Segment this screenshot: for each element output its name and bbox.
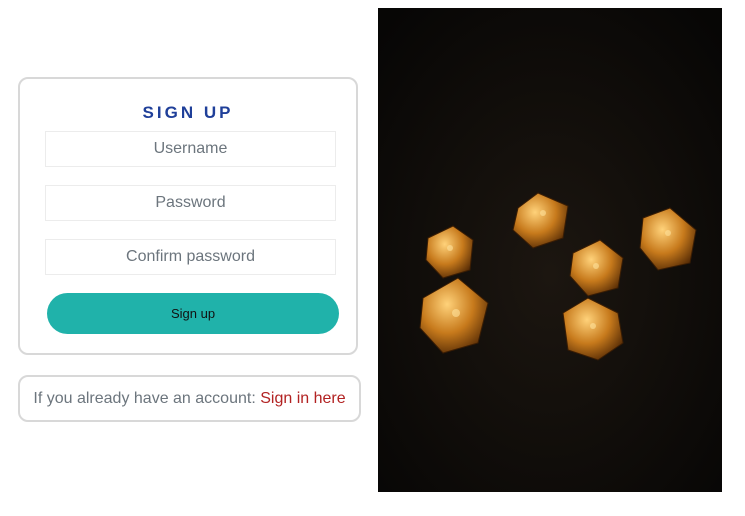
password-input[interactable]: [45, 185, 336, 221]
signin-prompt-card: If you already have an account: Sign in …: [18, 375, 361, 422]
confirm-password-input[interactable]: [45, 239, 336, 275]
username-input[interactable]: [45, 131, 336, 167]
signin-prompt-text: If you already have an account:: [33, 390, 256, 407]
signup-button[interactable]: Sign up: [47, 293, 339, 334]
signup-card: SIGN UP Sign up: [18, 77, 358, 355]
signin-link[interactable]: Sign in here: [260, 390, 345, 407]
signup-title: SIGN UP: [142, 103, 234, 122]
dice-image: [378, 8, 722, 492]
dice-photo: [378, 8, 722, 492]
